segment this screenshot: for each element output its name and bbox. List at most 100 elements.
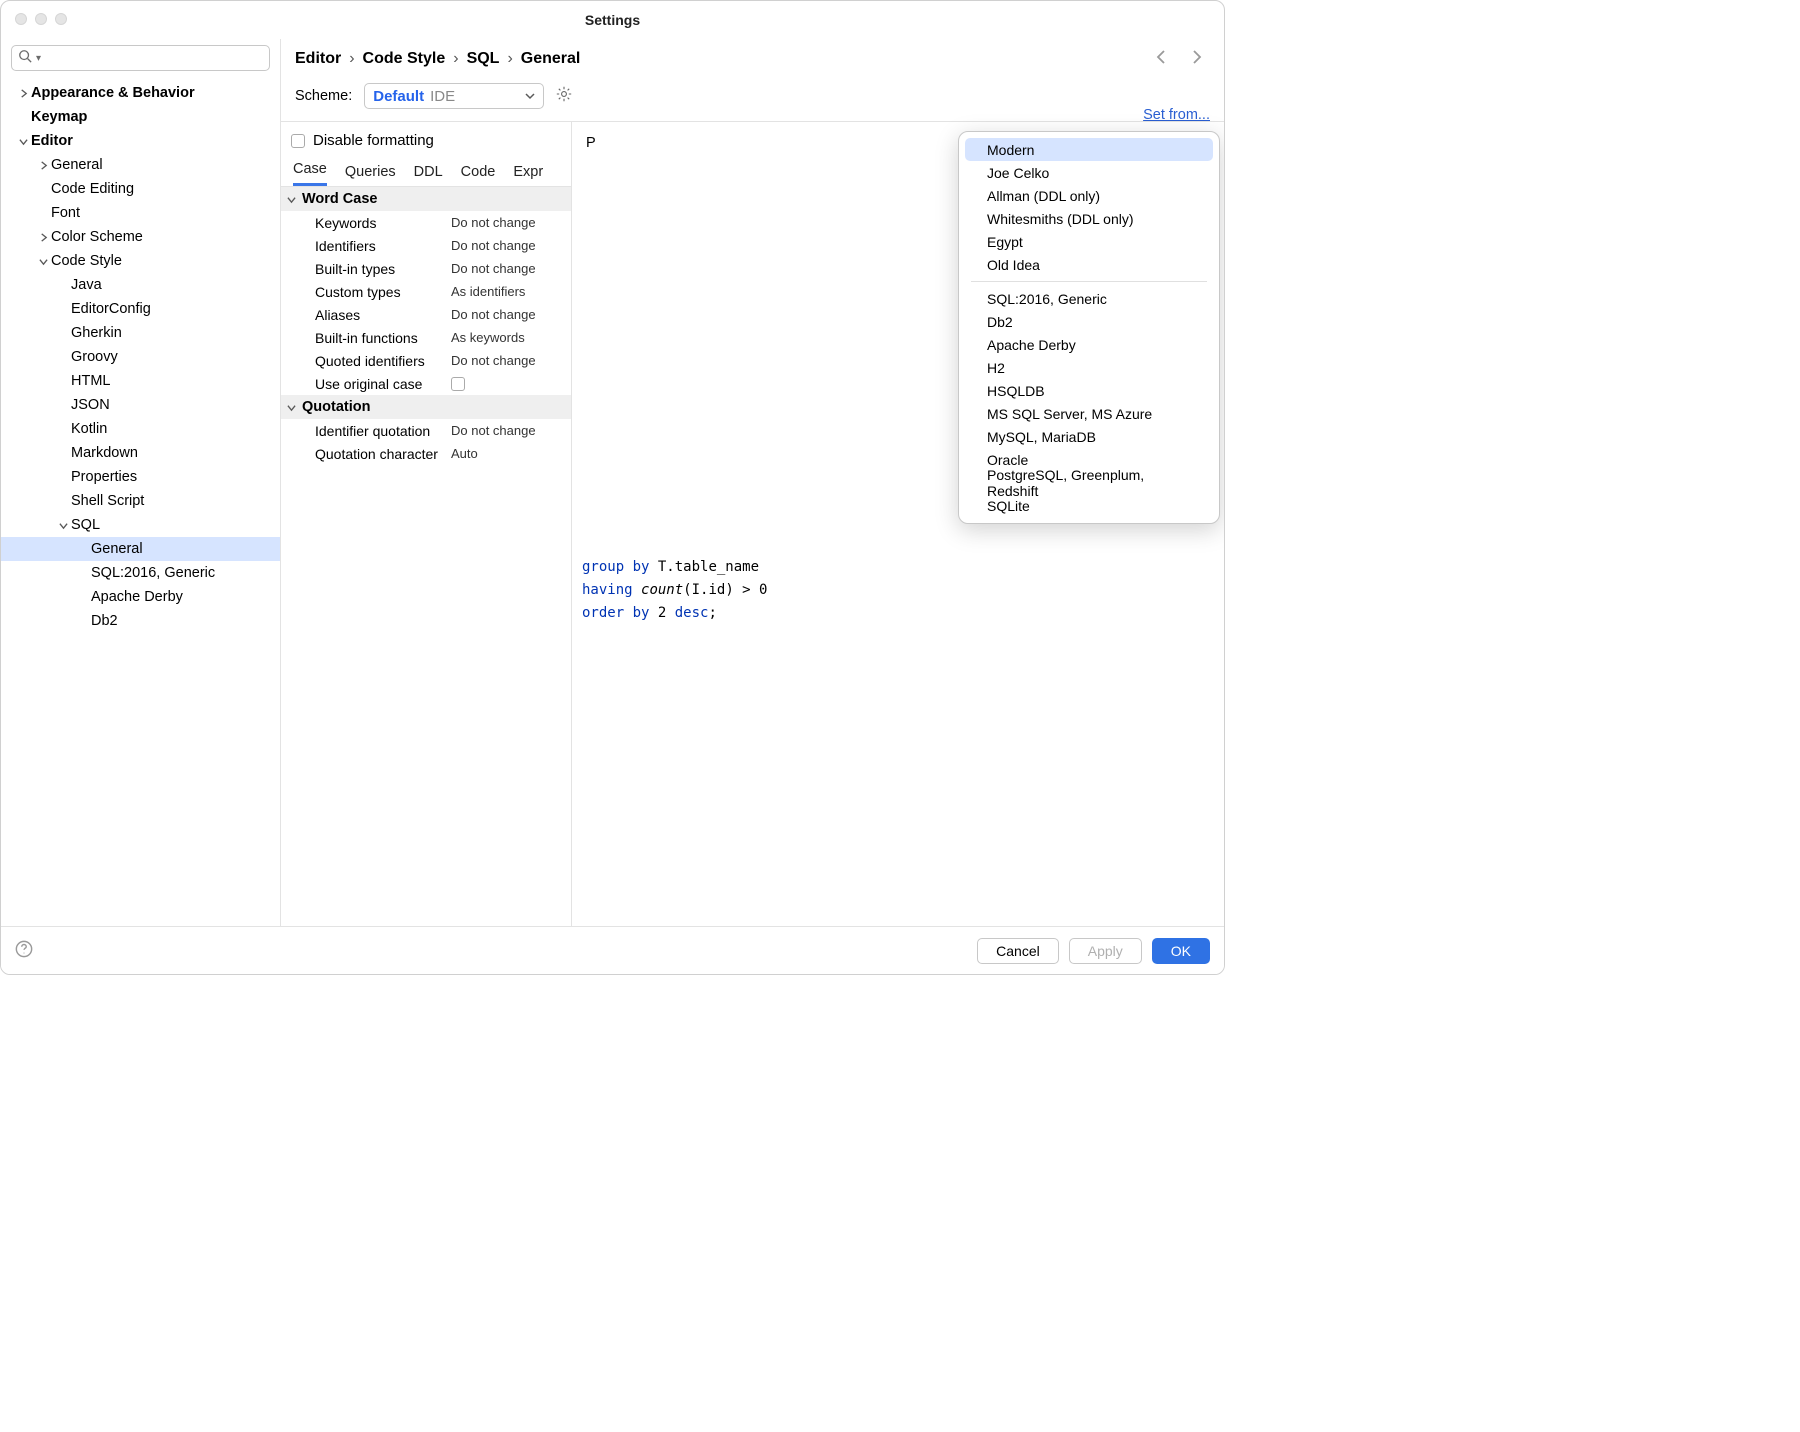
popup-item[interactable]: MySQL, MariaDB — [965, 425, 1213, 448]
prop-row[interactable]: AliasesDo not change — [281, 303, 571, 326]
tree-item[interactable]: Code Style — [1, 249, 280, 273]
back-icon[interactable] — [1154, 49, 1170, 69]
search-field[interactable] — [45, 50, 263, 67]
prop-value[interactable]: Do not change — [451, 238, 571, 253]
tree-item[interactable]: EditorConfig — [1, 297, 280, 321]
chevron-right-icon[interactable] — [15, 89, 31, 98]
tree-item[interactable]: Markdown — [1, 441, 280, 465]
tree-item[interactable]: Java — [1, 273, 280, 297]
tree-item[interactable]: SQL:2016, Generic — [1, 561, 280, 585]
popup-item[interactable]: SQL:2016, Generic — [965, 287, 1213, 310]
properties-panel[interactable]: Word CaseKeywordsDo not changeIdentifier… — [281, 187, 571, 465]
popup-item[interactable]: Modern — [965, 138, 1213, 161]
tree-item[interactable]: Groovy — [1, 345, 280, 369]
prop-value[interactable]: Do not change — [451, 423, 571, 438]
tree-item-label: Shell Script — [71, 493, 144, 509]
chevron-down-icon[interactable] — [35, 257, 51, 266]
prop-value[interactable]: As keywords — [451, 330, 571, 345]
chevron-down-icon[interactable] — [55, 521, 71, 530]
minimize-dot[interactable] — [35, 13, 47, 25]
cancel-button[interactable]: Cancel — [977, 938, 1059, 964]
tree-item[interactable]: Code Editing — [1, 177, 280, 201]
tree-item[interactable]: JSON — [1, 393, 280, 417]
prop-value[interactable]: Do not change — [451, 215, 571, 230]
tab-ddl[interactable]: DDL — [414, 164, 443, 186]
tree-item[interactable]: General — [1, 153, 280, 177]
zoom-dot[interactable] — [55, 13, 67, 25]
tree-item-label: Code Style — [51, 253, 122, 269]
set-from-link[interactable]: Set from... — [1143, 107, 1210, 123]
tree-item[interactable]: HTML — [1, 369, 280, 393]
tree-item-label: General — [51, 157, 103, 173]
tree-item[interactable]: Appearance & Behavior — [1, 81, 280, 105]
settings-tree[interactable]: Appearance & BehaviorKeymapEditor General… — [1, 79, 280, 926]
set-from-popup[interactable]: ModernJoe CelkoAllman (DDL only)Whitesmi… — [958, 131, 1220, 524]
prop-value[interactable]: As identifiers — [451, 284, 571, 299]
gear-icon[interactable] — [556, 86, 572, 106]
scheme-select[interactable]: Default IDE — [364, 83, 544, 109]
tree-item[interactable]: General — [1, 537, 280, 561]
tree-item[interactable]: Apache Derby — [1, 585, 280, 609]
popup-item[interactable]: Whitesmiths (DDL only) — [965, 207, 1213, 230]
prop-value[interactable]: Do not change — [451, 261, 571, 276]
tree-item[interactable]: Font — [1, 201, 280, 225]
chevron-down-icon[interactable] — [15, 137, 31, 146]
tree-item[interactable]: Editor — [1, 129, 280, 153]
popup-item[interactable]: Old Idea — [965, 253, 1213, 276]
tab-queries[interactable]: Queries — [345, 164, 396, 186]
prop-row[interactable]: Identifier quotationDo not change — [281, 419, 571, 442]
popup-item[interactable]: Joe Celko — [965, 161, 1213, 184]
tree-item[interactable]: Shell Script — [1, 489, 280, 513]
search-input[interactable]: ▾ — [11, 45, 270, 71]
prop-row[interactable]: Custom typesAs identifiers — [281, 280, 571, 303]
prop-checkbox[interactable] — [451, 377, 465, 391]
breadcrumb-item: Editor — [295, 50, 341, 68]
chevron-right-icon[interactable] — [35, 161, 51, 170]
prop-value[interactable]: Do not change — [451, 307, 571, 322]
prop-value[interactable]: Do not change — [451, 353, 571, 368]
tabs[interactable]: Case Queries DDL Code Expr — [281, 159, 571, 187]
prop-row[interactable]: Built-in typesDo not change — [281, 257, 571, 280]
tree-item[interactable]: Color Scheme — [1, 225, 280, 249]
tab-code[interactable]: Code — [461, 164, 496, 186]
prop-row[interactable]: Quotation characterAuto — [281, 442, 571, 465]
ok-button[interactable]: OK — [1152, 938, 1210, 964]
section-header[interactable]: Quotation — [281, 395, 571, 419]
popup-item[interactable]: Egypt — [965, 230, 1213, 253]
popup-item[interactable]: H2 — [965, 356, 1213, 379]
forward-icon[interactable] — [1188, 49, 1204, 69]
prop-row[interactable]: KeywordsDo not change — [281, 211, 571, 234]
popup-item[interactable]: Allman (DDL only) — [965, 184, 1213, 207]
popup-separator — [971, 281, 1207, 282]
breadcrumb: Editor›Code Style›SQL›General — [295, 50, 580, 68]
window-traffic-lights[interactable] — [15, 13, 67, 25]
tab-expr[interactable]: Expr — [513, 164, 543, 186]
help-icon[interactable] — [15, 940, 33, 962]
chevron-right-icon[interactable] — [35, 233, 51, 242]
disable-formatting-checkbox[interactable] — [291, 134, 305, 148]
prop-row[interactable]: Built-in functionsAs keywords — [281, 326, 571, 349]
popup-item[interactable]: HSQLDB — [965, 379, 1213, 402]
prop-row[interactable]: Use original case — [281, 372, 571, 395]
close-dot[interactable] — [15, 13, 27, 25]
tree-item[interactable]: Keymap — [1, 105, 280, 129]
tab-case[interactable]: Case — [293, 161, 327, 186]
popup-item[interactable]: Apache Derby — [965, 333, 1213, 356]
tree-item[interactable]: Gherkin — [1, 321, 280, 345]
tree-item[interactable]: Db2 — [1, 609, 280, 633]
tree-item-label: SQL — [71, 517, 100, 533]
tree-item[interactable]: SQL — [1, 513, 280, 537]
breadcrumb-item: SQL — [467, 50, 500, 68]
popup-item[interactable]: MS SQL Server, MS Azure — [965, 402, 1213, 425]
tree-item[interactable]: Properties — [1, 465, 280, 489]
tree-item[interactable]: Kotlin — [1, 417, 280, 441]
prop-row[interactable]: Quoted identifiersDo not change — [281, 349, 571, 372]
popup-item[interactable]: PostgreSQL, Greenplum, Redshift — [965, 471, 1213, 494]
tree-item-label: SQL:2016, Generic — [91, 565, 215, 581]
apply-button[interactable]: Apply — [1069, 938, 1142, 964]
prop-value[interactable]: Auto — [451, 446, 571, 461]
prop-row[interactable]: IdentifiersDo not change — [281, 234, 571, 257]
popup-item[interactable]: Db2 — [965, 310, 1213, 333]
tree-item-label: HTML — [71, 373, 110, 389]
section-header[interactable]: Word Case — [281, 187, 571, 211]
